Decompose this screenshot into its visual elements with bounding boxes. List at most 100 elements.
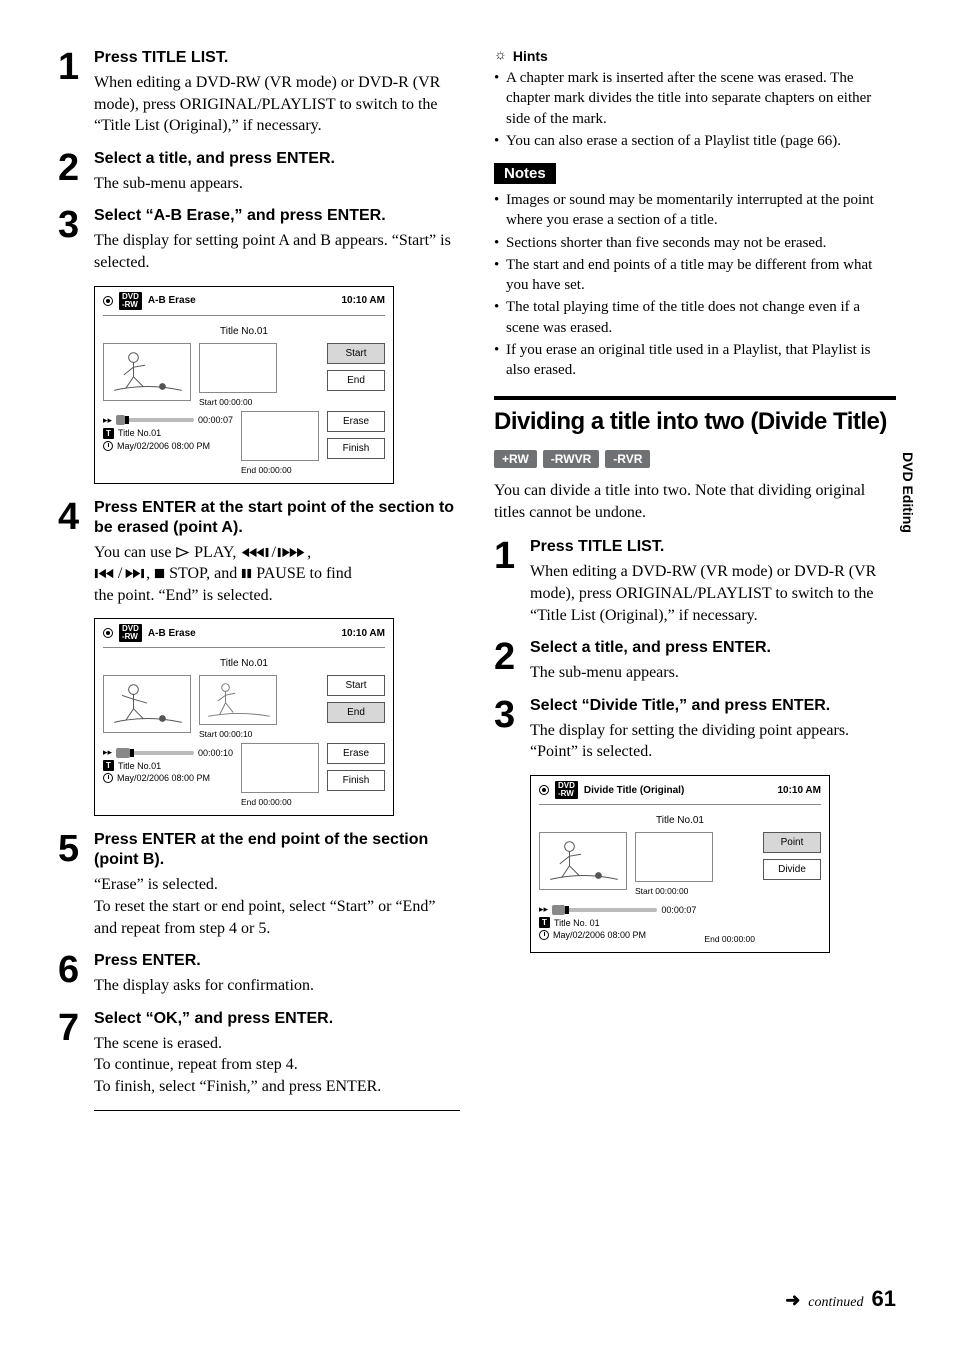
hints-label: Hints: [513, 48, 548, 64]
step-number: 1: [58, 48, 94, 139]
progress-bar: ▸▸ 00:00:07: [539, 904, 696, 915]
erase-button[interactable]: Erase: [327, 743, 385, 764]
step-title: Press ENTER at the end point of the sect…: [94, 830, 460, 870]
step-desc: You can use PLAY, /, /, STOP, and PAUSE …: [94, 542, 460, 607]
next-icon: [122, 568, 146, 579]
note-item: The start and end points of a title may …: [494, 255, 896, 296]
elapsed-time: 00:00:07: [661, 905, 696, 915]
erase-button[interactable]: Erase: [327, 411, 385, 432]
play-indicator-icon: ▸▸: [103, 415, 112, 426]
play-indicator-icon: ▸▸: [539, 904, 548, 915]
step-4: 4 Press ENTER at the start point of the …: [58, 498, 460, 609]
preview-thumb-start: [199, 343, 277, 393]
step-desc: The display for setting the dividing poi…: [530, 720, 896, 763]
section-title: Dividing a title into two (Divide Title): [494, 408, 896, 436]
play-indicator-icon: ▸▸: [103, 747, 112, 758]
step-3: 3 Select “A-B Erase,” and press ENTER. T…: [58, 206, 460, 275]
step-desc: “Erase” is selected. To reset the start …: [94, 874, 460, 939]
step-number: 2: [58, 149, 94, 197]
section-rule: [494, 396, 896, 400]
record-icon: [103, 296, 113, 306]
step-desc: The display for setting point A and B ap…: [94, 230, 460, 273]
divide-button[interactable]: Divide: [763, 859, 821, 880]
step-number: 3: [58, 206, 94, 275]
title-icon: T: [539, 917, 550, 928]
preview-thumb-main: [539, 832, 627, 890]
figure-icon: [200, 676, 276, 724]
clock-icon: [103, 441, 113, 451]
step-number: 6: [58, 951, 94, 999]
step-6: 6 Press ENTER. The display asks for conf…: [58, 951, 460, 999]
tag-minus-rw-vr: -RWVR: [543, 450, 599, 468]
text-fragment: You can use: [94, 544, 175, 561]
step-title: Select a title, and press ENTER.: [530, 638, 896, 658]
end-caption: End 00:00:00: [704, 934, 755, 944]
preview-thumb-main: [103, 343, 191, 401]
screen-title-row: Title No.01: [103, 326, 385, 337]
elapsed-time: 00:00:10: [198, 748, 233, 758]
info-title: Title No. 01: [554, 918, 600, 928]
hint-item: A chapter mark is inserted after the sce…: [494, 68, 896, 129]
step-number: 4: [58, 498, 94, 609]
screen-clock: 10:10 AM: [777, 785, 821, 796]
step-number: 2: [494, 638, 530, 686]
continued-label: continued: [808, 1295, 863, 1311]
hint-bulb-icon: ☼: [494, 48, 507, 64]
step-r3: 3 Select “Divide Title,” and press ENTER…: [494, 696, 896, 765]
step-number: 1: [494, 537, 530, 628]
section-desc: You can divide a title into two. Note th…: [494, 480, 896, 523]
forward-frame-icon: [276, 547, 307, 558]
step-title: Press ENTER at the start point of the se…: [94, 498, 460, 538]
right-column: ☼ Hints A chapter mark is inserted after…: [494, 48, 896, 1111]
step-desc: The display asks for confirmation.: [94, 975, 460, 997]
step-desc: The scene is erased. To continue, repeat…: [94, 1033, 460, 1098]
finish-button[interactable]: Finish: [327, 438, 385, 459]
tag-plus-rw: +RW: [494, 450, 537, 468]
step-desc: When editing a DVD-RW (VR mode) or DVD-R…: [94, 72, 460, 137]
screen-header: A-B Erase: [148, 295, 336, 306]
preview-thumb-end: [241, 411, 319, 461]
disc-type-tags: +RW -RWVR -RVR: [494, 450, 896, 468]
rewind-frame-icon: [240, 547, 271, 558]
point-button[interactable]: Point: [763, 832, 821, 853]
screen-title-row: Title No.01: [539, 815, 821, 826]
screen-header: A-B Erase: [148, 628, 336, 639]
step-title: Select “Divide Title,” and press ENTER.: [530, 696, 896, 716]
hint-item: You can also erase a section of a Playli…: [494, 131, 896, 151]
step-number: 5: [58, 830, 94, 941]
dvd-rw-badge: DVD -RW: [119, 292, 142, 310]
start-caption: Start 00:00:00: [199, 397, 277, 407]
progress-bar: ▸▸ 00:00:10: [103, 747, 233, 758]
finish-button[interactable]: Finish: [327, 770, 385, 791]
end-button[interactable]: End: [327, 370, 385, 391]
step-title: Press ENTER.: [94, 951, 460, 971]
text-fragment: PAUSE to find: [256, 565, 351, 582]
elapsed-time: 00:00:07: [198, 415, 233, 425]
dvd-rw-badge: DVD -RW: [119, 624, 142, 642]
screen-clock: 10:10 AM: [341, 628, 385, 639]
start-button[interactable]: Start: [327, 343, 385, 364]
left-column: 1 Press TITLE LIST. When editing a DVD-R…: [58, 48, 460, 1111]
notes-heading: Notes: [494, 163, 556, 184]
preview-thumb-start: [199, 675, 277, 725]
step-r1: 1 Press TITLE LIST. When editing a DVD-R…: [494, 537, 896, 628]
progress-bar: ▸▸ 00:00:07: [103, 415, 233, 426]
screen-title-row: Title No.01: [103, 658, 385, 669]
step-5: 5 Press ENTER at the end point of the se…: [58, 830, 460, 941]
start-button[interactable]: Start: [327, 675, 385, 696]
title-icon: T: [103, 760, 114, 771]
step-title: Select a title, and press ENTER.: [94, 149, 460, 169]
note-item: Images or sound may be momentarily inter…: [494, 190, 896, 231]
info-title: Title No.01: [118, 761, 161, 771]
step-title: Select “OK,” and press ENTER.: [94, 1009, 460, 1029]
step-title: Press TITLE LIST.: [94, 48, 460, 68]
text-fragment: PLAY,: [194, 544, 240, 561]
note-item: The total playing time of the title does…: [494, 297, 896, 338]
stop-icon: [154, 568, 165, 579]
prev-icon: [94, 568, 118, 579]
end-button[interactable]: End: [327, 702, 385, 723]
side-tab-label: DVD Editing: [900, 452, 916, 533]
step-number: 3: [494, 696, 530, 765]
info-date: May/02/2006 08:00 PM: [553, 930, 646, 940]
note-item: If you erase an original title used in a…: [494, 340, 896, 381]
